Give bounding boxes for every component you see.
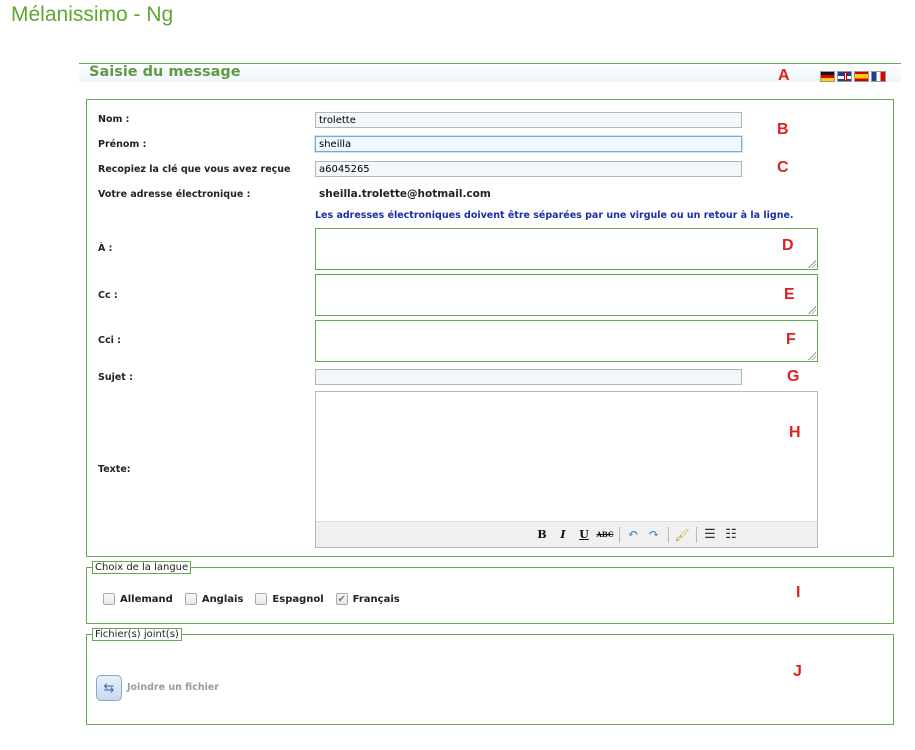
toolbar-separator (667, 526, 669, 543)
redo-icon[interactable]: ↷ (644, 526, 665, 544)
strikethrough-button[interactable]: ABC (595, 526, 616, 544)
marker-g: G (787, 368, 800, 385)
italic-button[interactable]: I (553, 526, 574, 544)
espagnol-label: Espagnol (272, 593, 324, 605)
clear-format-icon[interactable]: 🖌 (672, 526, 693, 544)
nom-input[interactable] (315, 112, 742, 128)
cle-label: Recopiez la clé que vous avez reçue (98, 164, 291, 175)
underline-button[interactable]: U (574, 526, 595, 544)
attachments-legend: Fichier(s) joint(s) (92, 628, 182, 641)
marker-c: C (777, 159, 789, 176)
section-title: Saisie du message (89, 64, 241, 80)
marker-a: A (778, 67, 790, 84)
resize-handle-icon[interactable] (808, 260, 816, 268)
toolbar-separator (618, 526, 620, 543)
nom-label: Nom : (98, 114, 130, 125)
resize-handle-icon[interactable] (808, 352, 816, 360)
cc-textarea[interactable] (315, 274, 818, 316)
marker-e: E (784, 286, 795, 303)
cci-textarea[interactable] (315, 320, 818, 362)
marker-d: D (782, 237, 794, 254)
prenom-input[interactable] (315, 136, 742, 152)
resize-handle-icon[interactable] (808, 306, 816, 314)
texte-label: Texte: (98, 464, 131, 475)
uk-flag-icon[interactable] (837, 71, 852, 82)
marker-i: I (796, 584, 801, 601)
cc-label: Cc : (98, 290, 118, 301)
francais-checkbox[interactable]: ✔ (335, 593, 348, 605)
espagnol-checkbox[interactable] (255, 593, 268, 605)
marker-b: B (777, 121, 789, 138)
bullet-list-icon[interactable]: ☰ (700, 526, 721, 544)
language-option-anglais[interactable]: Anglais (184, 593, 244, 605)
allemand-checkbox[interactable] (103, 593, 115, 605)
sujet-label: Sujet : (98, 372, 133, 383)
french-flag-icon[interactable] (871, 71, 886, 82)
language-option-allemand[interactable]: Allemand (103, 593, 173, 605)
cci-label: Cci : (98, 335, 121, 346)
anglais-checkbox[interactable] (184, 593, 197, 605)
a-label: À : (98, 243, 113, 254)
language-flags (820, 71, 886, 82)
language-option-espagnol[interactable]: Espagnol (255, 593, 324, 605)
sujet-input[interactable] (315, 369, 742, 385)
francais-label: Français (352, 593, 400, 605)
marker-f: F (786, 331, 796, 348)
language-options: Allemand Anglais Espagnol ✔ Français (103, 593, 406, 605)
marker-j: J (793, 663, 802, 680)
numbered-list-icon[interactable]: ☷ (721, 526, 742, 544)
message-editor[interactable]: B I U ABC ↶ ↷ 🖌 ☰ ☷ (315, 391, 818, 548)
german-flag-icon[interactable] (820, 71, 835, 82)
language-option-francais[interactable]: ✔ Français (335, 593, 400, 605)
allemand-label: Allemand (120, 593, 173, 605)
attach-file-icon[interactable]: ⇆ (96, 675, 122, 701)
undo-icon[interactable]: ↶ (623, 526, 644, 544)
email-label: Votre adresse électronique : (98, 189, 251, 200)
toolbar-separator (695, 526, 697, 543)
attachments-fieldset (86, 634, 894, 725)
email-value: sheilla.trolette@hotmail.com (319, 188, 491, 200)
cle-input[interactable] (315, 161, 742, 177)
to-textarea[interactable] (315, 228, 818, 270)
attach-file-link[interactable]: Joindre un fichier (127, 682, 219, 693)
prenom-label: Prénom : (98, 139, 147, 150)
app-title: Mélanissimo - Ng (11, 3, 174, 26)
spanish-flag-icon[interactable] (854, 71, 869, 82)
marker-h: H (789, 424, 801, 441)
address-info-text: Les adresses électroniques doivent être … (315, 210, 794, 221)
anglais-label: Anglais (201, 593, 244, 605)
bold-button[interactable]: B (532, 526, 553, 544)
editor-toolbar: B I U ABC ↶ ↷ 🖌 ☰ ☷ (316, 521, 817, 547)
language-legend: Choix de la langue (92, 561, 192, 574)
